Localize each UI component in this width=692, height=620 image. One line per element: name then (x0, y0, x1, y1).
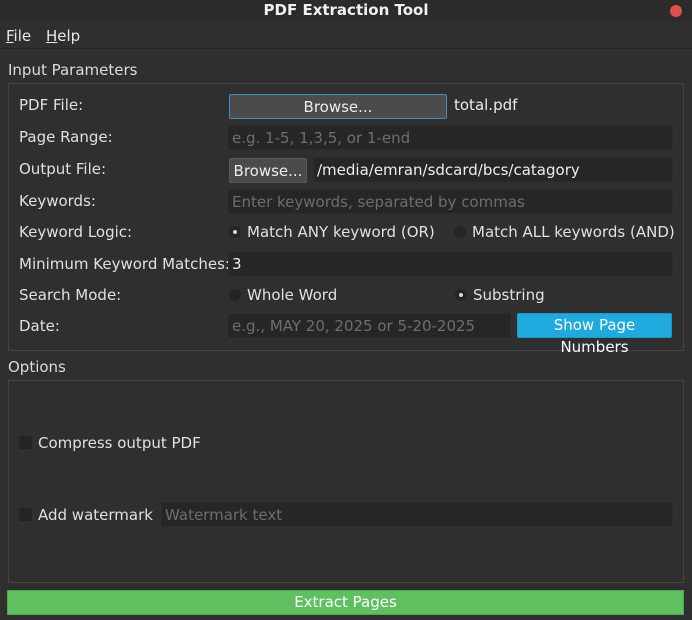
keyword-logic-label: Keyword Logic: (19, 223, 133, 241)
compress-checkbox[interactable]: Compress output PDF (19, 434, 201, 452)
close-icon[interactable] (670, 5, 682, 17)
show-page-numbers-button[interactable]: Show Page Numbers (517, 313, 672, 356)
input-parameters-title: Input Parameters (8, 61, 138, 79)
search-mode-substring-label: Substring (473, 286, 545, 304)
radio-selected-icon (455, 289, 467, 301)
compress-label: Compress output PDF (38, 434, 201, 452)
options-title: Options (8, 358, 66, 376)
menu-file[interactable]: File (6, 27, 31, 45)
extract-pages-button[interactable]: Extract Pages (7, 590, 684, 615)
keyword-logic-and-label: Match ALL keywords (AND) (472, 223, 675, 241)
menu-bar: File Help (0, 23, 692, 49)
title-bar: PDF Extraction Tool (0, 0, 692, 22)
output-browse-button[interactable]: Browse... (229, 158, 307, 183)
menu-file-label: ile (13, 27, 32, 45)
output-file-label: Output File: (19, 160, 107, 178)
keyword-logic-or-radio[interactable]: Match ANY keyword (OR) (229, 223, 435, 241)
radio-unselected-icon (229, 289, 241, 301)
keyword-logic-and-radio[interactable]: Match ALL keywords (AND) (454, 223, 675, 241)
page-range-input[interactable] (228, 125, 673, 150)
search-mode-whole-word-label: Whole Word (247, 286, 338, 304)
radio-unselected-icon (454, 226, 466, 238)
keyword-logic-or-label: Match ANY keyword (OR) (247, 223, 435, 241)
min-matches-input[interactable] (228, 251, 673, 276)
checkbox-unchecked-icon (19, 508, 32, 521)
options-group (8, 380, 684, 583)
menu-file-accel: F (6, 27, 14, 45)
watermark-checkbox[interactable]: Add watermark (19, 506, 153, 524)
menu-help-label: elp (57, 27, 81, 45)
pdf-file-name: total.pdf (454, 96, 518, 114)
menu-help[interactable]: Help (46, 27, 80, 45)
output-file-input[interactable] (313, 157, 673, 182)
date-label: Date: (19, 317, 60, 335)
search-mode-substring-radio[interactable]: Substring (455, 286, 545, 304)
page-range-label: Page Range: (19, 128, 113, 146)
input-parameters-group (8, 83, 684, 351)
window-title: PDF Extraction Tool (263, 1, 429, 19)
search-mode-label: Search Mode: (19, 286, 122, 304)
watermark-label: Add watermark (38, 506, 153, 524)
keywords-label: Keywords: (19, 192, 96, 210)
min-matches-label: Minimum Keyword Matches: (19, 255, 230, 273)
watermark-text-input[interactable] (161, 502, 673, 527)
checkbox-unchecked-icon (19, 436, 32, 449)
pdf-browse-button[interactable]: Browse... (229, 94, 447, 119)
pdf-file-label: PDF File: (19, 96, 84, 114)
date-input[interactable] (228, 313, 511, 338)
search-mode-whole-word-radio[interactable]: Whole Word (229, 286, 337, 304)
keywords-input[interactable] (228, 189, 673, 214)
radio-selected-icon (229, 226, 241, 238)
menu-help-accel: H (46, 27, 58, 45)
